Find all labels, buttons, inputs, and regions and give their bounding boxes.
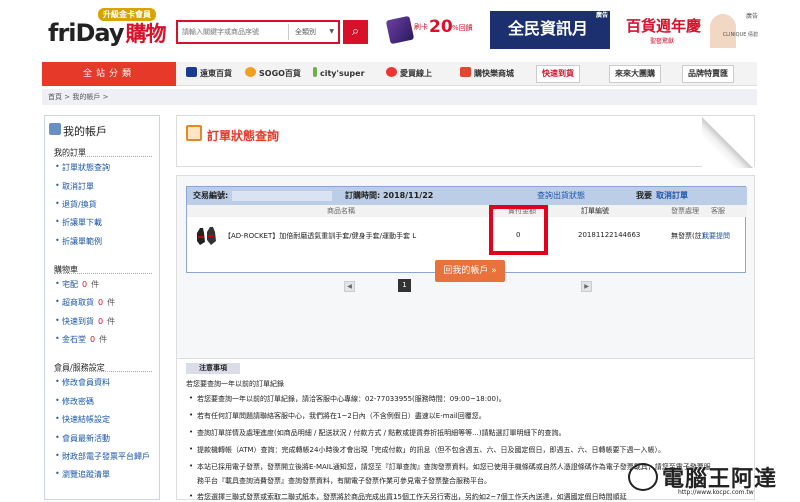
promo-info-month-banner[interactable]: 全民資訊月 廣告	[490, 11, 610, 49]
sogo-logo-icon	[245, 67, 256, 77]
watermark: 電腦王阿達 http://www.kocpc.com.tw	[626, 459, 798, 499]
page-header: 訂單狀態查詢	[176, 115, 755, 168]
page-curl-decoration	[702, 116, 754, 168]
back-to-account-button[interactable]: 回我的帳戶 »	[435, 260, 505, 282]
product-name[interactable]: 【AD-ROCKET】加倍耐磨透氣重訓手套/健身手套/運動手套 L	[224, 231, 416, 241]
main-navbar: 全站分類 遠東百貨 SOGO百貨 city'super 愛買線上 購快樂商城 快…	[42, 62, 757, 86]
invoice-status: 無發票(註)	[671, 232, 705, 240]
page-title: 訂單狀態查詢	[207, 129, 280, 143]
sidebar-item-browse-tracking[interactable]: 瀏覽追蹤清單	[55, 469, 110, 480]
sidebar-item-allowance-sample[interactable]: 折讓單範例	[55, 236, 102, 247]
sidebar-item-return[interactable]: 退貨/換貨	[55, 199, 97, 210]
promo-card-banner[interactable]: 刷卡 20 %回饋	[384, 14, 480, 48]
member-badge[interactable]: 升級金卡會員	[98, 8, 156, 21]
order-number-redacted	[232, 191, 332, 201]
nav-item-happy-mall[interactable]: 購快樂商城	[460, 62, 514, 86]
group-buy-button[interactable]: 來來大團購	[609, 65, 661, 83]
sidebar-item-order-status[interactable]: 訂單狀態查詢	[55, 162, 110, 173]
main-content: 訂單狀態查詢 交易編號: 訂購時間: 2018/11/22 查詢出貨狀態 我要 …	[176, 115, 755, 501]
sidebar-item-cart-fast-delivery[interactable]: 快速到貨0件	[55, 316, 115, 327]
site-header: friDay購物 升級金卡會員 全類別▼ ⌕ 刷卡 20 %回饋 全民資訊月 廣…	[0, 0, 800, 58]
gloves-product-image[interactable]	[195, 225, 219, 247]
search-icon: ⌕	[351, 24, 360, 39]
sidebar-title: 我的帳戶	[63, 125, 107, 138]
search-input[interactable]	[182, 25, 282, 39]
order-table-header: 商品名稱 實付金額 訂單編號 發票處理 客服	[187, 205, 747, 217]
sidebar-item-allowance-download[interactable]: 折讓單下載	[55, 217, 102, 228]
account-sidebar: 我的帳戶 我的訂單 訂單狀態查詢 取消訂單 退貨/換貨 折讓單下載 折讓單範例 …	[44, 115, 160, 500]
search-box: 全類別▼	[176, 20, 340, 44]
sidebar-item-quick-checkout[interactable]: 快速結帳設定	[55, 414, 110, 425]
sidebar-item-cart-home-delivery[interactable]: 宅配0件	[55, 279, 99, 290]
credit-card-icon	[385, 15, 415, 45]
order-number: 20181122144663	[578, 231, 641, 239]
ask-question-link[interactable]: 我要提問	[702, 231, 730, 241]
order-header: 交易編號: 訂購時間: 2018/11/22 查詢出貨狀態 我要 取消訂單	[187, 187, 747, 205]
sidebar-item-member-events[interactable]: 會員最新活動	[55, 433, 110, 444]
watermark-logo-icon	[628, 463, 658, 491]
notes-title: 注意事項	[186, 363, 240, 374]
query-shipping-link[interactable]: 查詢出貨狀態	[537, 187, 585, 205]
sidebar-item-einvoice-carrier[interactable]: 財政部電子發票平台歸戶	[55, 451, 150, 462]
brand-sale-button[interactable]: 品牌特賣匯	[682, 65, 734, 83]
nav-item-fareast[interactable]: 遠東百貨	[186, 62, 232, 86]
sidebar-item-change-password[interactable]: 修改密碼	[55, 396, 94, 407]
next-page-button[interactable]: ▶	[581, 281, 592, 292]
table-row: 【AD-ROCKET】加倍耐磨透氣重訓手套/健身手套/運動手套 L 0 2018…	[187, 217, 747, 255]
promo-anniversary-banner[interactable]: 百貨週年慶 聖藝驚獻 廣告 CLINIQUE 倩碧	[622, 11, 758, 49]
all-categories-button[interactable]: 全站分類	[42, 62, 176, 86]
document-icon	[186, 125, 202, 141]
fareast-logo-icon	[186, 67, 197, 77]
nav-item-citysuper[interactable]: city'super	[313, 62, 365, 86]
search-category-select[interactable]: 全類別 ▼	[288, 24, 338, 40]
fast-delivery-button[interactable]: 快速到貨	[536, 65, 580, 83]
chevron-down-icon: ▼	[329, 28, 334, 35]
highlight-annotation	[489, 205, 548, 255]
cancel-order-link[interactable]: 取消訂單	[656, 187, 688, 205]
nav-item-sogo[interactable]: SOGO百貨	[245, 62, 301, 86]
breadcrumb-home[interactable]: 首頁	[48, 93, 62, 101]
citysuper-logo-icon	[313, 67, 317, 77]
nav-item-aimai[interactable]: 愛買線上	[386, 62, 432, 86]
sidebar-item-cart-store-pickup[interactable]: 超商取貨0件	[55, 297, 115, 308]
breadcrumb-my-account[interactable]: 我的帳戶	[72, 93, 100, 101]
sidebar-item-cart-kingstone[interactable]: 金石堂0件	[55, 334, 107, 345]
account-icon	[49, 123, 61, 135]
sidebar-item-edit-profile[interactable]: 修改會員資料	[55, 377, 110, 388]
sidebar-item-cancel-order[interactable]: 取消訂單	[55, 181, 94, 192]
breadcrumb: 首頁 > 我的帳戶 >	[42, 89, 757, 105]
search-button[interactable]: ⌕	[343, 20, 368, 44]
aimai-logo-icon	[386, 67, 397, 77]
friday-logo[interactable]: friDay購物	[48, 18, 167, 48]
page-number-current[interactable]: 1	[398, 279, 411, 292]
happy-mall-logo-icon	[460, 67, 471, 77]
prev-page-button[interactable]: ◀	[344, 281, 355, 292]
